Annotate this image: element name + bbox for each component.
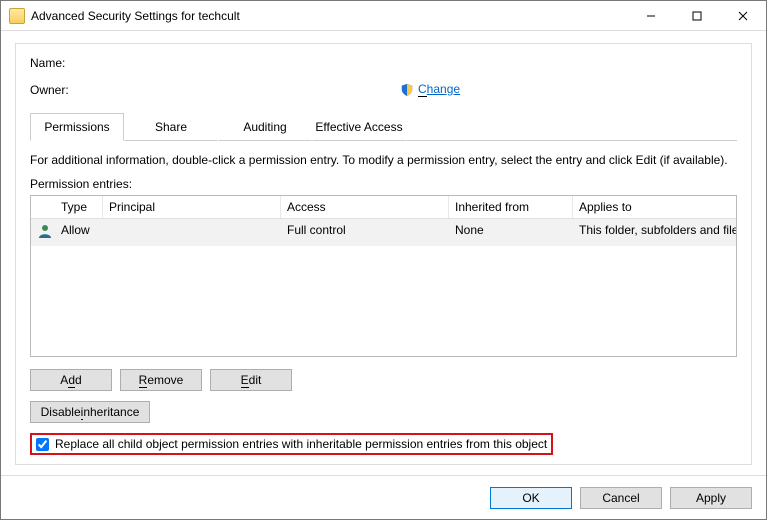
tab-effective-access[interactable]: Effective Access	[312, 113, 406, 141]
content-panel: Name: Owner: Change Permissions Share Au…	[15, 43, 752, 465]
col-principal[interactable]: Principal	[103, 196, 281, 218]
col-icon[interactable]	[31, 196, 55, 218]
tab-share[interactable]: Share	[124, 113, 218, 141]
permission-grid[interactable]: Type Principal Access Inherited from App…	[30, 195, 737, 357]
name-row: Name:	[30, 56, 737, 70]
tab-auditing[interactable]: Auditing	[218, 113, 312, 141]
col-access[interactable]: Access	[281, 196, 449, 218]
table-row[interactable]: Allow Full control None This folder, sub…	[31, 219, 736, 246]
replace-child-label[interactable]: Replace all child object permission entr…	[55, 437, 547, 451]
inheritance-buttons: Disable inheritance	[30, 401, 737, 423]
row-icon-cell	[31, 219, 55, 246]
tabs: Permissions Share Auditing Effective Acc…	[30, 113, 737, 141]
dialog-footer: OK Cancel Apply	[1, 475, 766, 519]
disable-inheritance-button[interactable]: Disable inheritance	[30, 401, 150, 423]
titlebar: Advanced Security Settings for techcult	[1, 1, 766, 31]
grid-header: Type Principal Access Inherited from App…	[31, 196, 736, 219]
window-title: Advanced Security Settings for techcult	[31, 9, 628, 23]
name-label: Name:	[30, 56, 400, 70]
close-button[interactable]	[720, 1, 766, 30]
entries-label: Permission entries:	[30, 177, 737, 191]
folder-icon	[9, 8, 25, 24]
row-inherited: None	[449, 219, 573, 246]
owner-row: Owner: Change	[30, 82, 737, 97]
info-text: For additional information, double-click…	[30, 153, 737, 167]
owner-label: Owner:	[30, 83, 400, 97]
col-applies[interactable]: Applies to	[573, 196, 736, 218]
window-buttons	[628, 1, 766, 30]
window-body: Name: Owner: Change Permissions Share Au…	[1, 31, 766, 475]
entry-buttons: Add Remove Edit	[30, 369, 737, 391]
change-owner-link[interactable]: Change	[418, 82, 460, 97]
row-access: Full control	[281, 219, 449, 246]
replace-child-highlight: Replace all child object permission entr…	[30, 433, 553, 455]
tab-spacer	[406, 113, 737, 141]
row-type: Allow	[55, 219, 103, 246]
minimize-button[interactable]	[628, 1, 674, 30]
row-principal	[103, 219, 281, 246]
window: Advanced Security Settings for techcult …	[0, 0, 767, 520]
cancel-button[interactable]: Cancel	[580, 487, 662, 509]
tab-permissions[interactable]: Permissions	[30, 113, 124, 141]
maximize-button[interactable]	[674, 1, 720, 30]
user-icon	[37, 223, 53, 239]
remove-button[interactable]: Remove	[120, 369, 202, 391]
add-button[interactable]: Add	[30, 369, 112, 391]
col-type[interactable]: Type	[55, 196, 103, 218]
col-inherited[interactable]: Inherited from	[449, 196, 573, 218]
apply-button[interactable]: Apply	[670, 487, 752, 509]
shield-icon	[400, 83, 414, 97]
edit-button[interactable]: Edit	[210, 369, 292, 391]
row-applies: This folder, subfolders and files	[573, 219, 736, 246]
replace-child-checkbox[interactable]	[36, 438, 49, 451]
ok-button[interactable]: OK	[490, 487, 572, 509]
